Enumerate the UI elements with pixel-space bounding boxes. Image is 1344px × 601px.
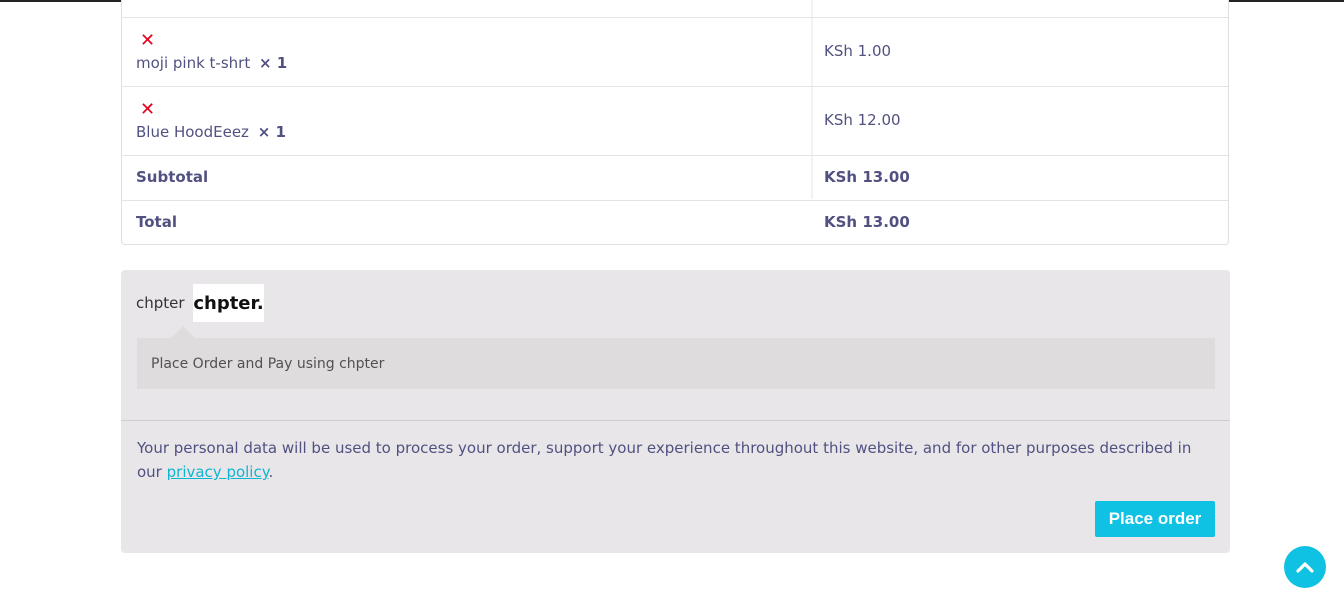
row-divider	[122, 200, 1228, 201]
payment-description: Place Order and Pay using chpter	[137, 338, 1215, 389]
chpter-logo: chpter.	[193, 284, 264, 322]
subtotal-value: KSh 13.00	[824, 168, 910, 186]
description-pointer	[171, 326, 195, 338]
order-review-table: ✕ moji pink t-shrt × 1 KSh 1.00 ✕ Blue H…	[121, 0, 1229, 245]
product-total: KSh 1.00	[824, 42, 892, 60]
product-name-cell: moji pink t-shrt × 1	[136, 54, 287, 72]
payment-section: chpter chpter. Place Order and Pay using…	[121, 270, 1230, 553]
remove-item-icon[interactable]: ✕	[140, 32, 155, 50]
subtotal-label: Subtotal	[136, 168, 209, 186]
section-divider	[121, 420, 1230, 421]
payment-method-label[interactable]: chpter	[136, 294, 185, 312]
remove-item-icon[interactable]: ✕	[140, 101, 155, 119]
privacy-notice: Your personal data will be used to proce…	[137, 436, 1197, 484]
product-name: Blue HoodEeez	[136, 123, 249, 141]
privacy-text: Your personal data will be used to proce…	[137, 439, 1192, 481]
privacy-policy-link[interactable]: privacy policy	[167, 463, 269, 481]
product-name: moji pink t-shrt	[136, 54, 251, 72]
total-label: Total	[136, 213, 177, 231]
product-quantity: × 1	[257, 123, 286, 141]
column-divider	[811, 0, 813, 199]
row-divider	[122, 17, 1228, 18]
privacy-suffix: .	[268, 463, 274, 481]
scroll-to-top-button[interactable]	[1284, 546, 1326, 588]
product-total: KSh 12.00	[824, 111, 901, 129]
place-order-button[interactable]: Place order	[1095, 501, 1215, 537]
row-divider	[122, 155, 1228, 156]
chevron-up-icon	[1296, 562, 1314, 573]
total-value: KSh 13.00	[824, 213, 910, 231]
row-divider	[122, 86, 1228, 87]
product-name-cell: Blue HoodEeez × 1	[136, 123, 286, 141]
product-quantity: × 1	[259, 54, 288, 72]
